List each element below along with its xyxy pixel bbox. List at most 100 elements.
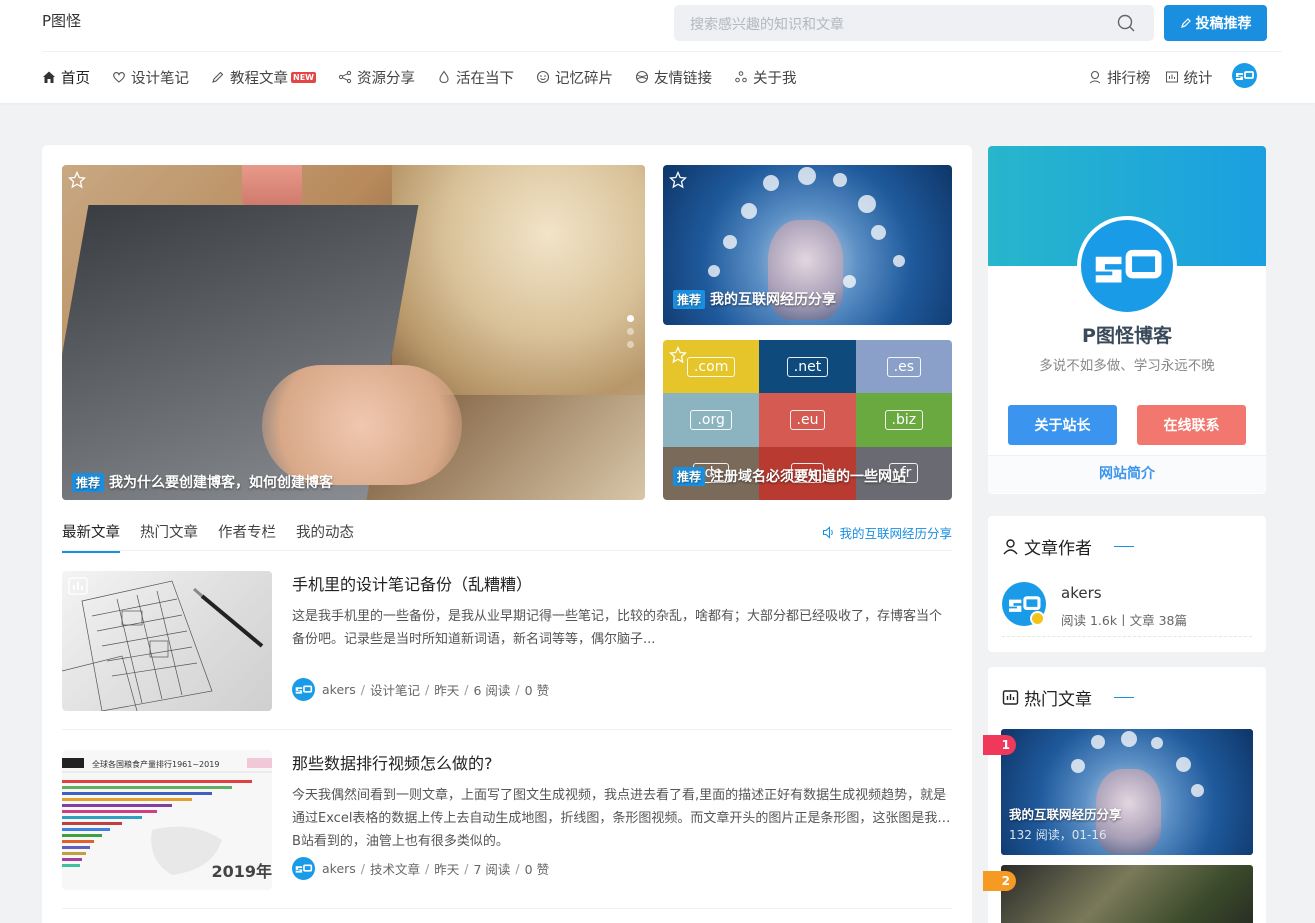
post-author[interactable]: akers xyxy=(322,682,356,697)
speaker-icon xyxy=(823,526,834,539)
icon-bubble xyxy=(1151,737,1163,749)
featured-side-card-1[interactable]: 推荐 我的互联网经历分享 xyxy=(663,165,952,325)
icon-bubble xyxy=(1191,784,1204,797)
site-title[interactable]: P图怪 xyxy=(42,10,81,31)
profile-avatar[interactable] xyxy=(1077,216,1177,316)
author-avatar[interactable] xyxy=(292,678,315,701)
nav-label: 统计 xyxy=(1183,70,1213,87)
nav-home[interactable]: 首页 xyxy=(42,67,90,88)
icon-bubble xyxy=(893,255,905,267)
nav-live-now[interactable]: 活在当下 xyxy=(437,67,514,88)
tabs-divider xyxy=(62,550,952,551)
user-avatar[interactable] xyxy=(1232,63,1257,88)
featured-caption: 推荐 我为什么要创建博客，如何创建博客 xyxy=(72,472,333,492)
nav-memories[interactable]: 记忆碎片 xyxy=(536,67,613,88)
notice-link[interactable]: 我的互联网经历分享 xyxy=(822,523,952,542)
hot-article-card[interactable]: 我的互联网经历分享 132 阅读，01-16 xyxy=(1001,729,1253,855)
slider-dot[interactable] xyxy=(627,341,634,348)
star-icon[interactable] xyxy=(669,171,687,189)
post-category[interactable]: 设计笔记 xyxy=(370,680,420,699)
nav-statistics[interactable]: 统计 xyxy=(1165,67,1213,88)
recommend-tag: 推荐 xyxy=(72,472,105,492)
featured-side-card-2[interactable]: .com .net .es .org .eu .biz .de .ru .fr … xyxy=(663,340,952,500)
author-avatar[interactable] xyxy=(292,857,315,880)
post-thumbnail[interactable]: 全球各国粮食产量排行1961~2019 2019年 xyxy=(62,750,272,890)
profile-card: P图怪博客 多说不如多做、学习永远不晚 关于站长 在线联系 网站简介 xyxy=(988,146,1266,494)
blueprint-drawing xyxy=(62,580,264,711)
tab-my-updates[interactable]: 我的动态 xyxy=(296,521,354,553)
slider-dot[interactable] xyxy=(627,315,634,322)
domain-label: .com xyxy=(686,356,736,377)
search-bar[interactable]: 搜索感兴趣的知识和文章 xyxy=(674,5,1154,41)
widget-title-text: 热门文章 xyxy=(1024,690,1092,710)
post-title[interactable]: 那些数据排行视频怎么做的? xyxy=(292,750,493,774)
nav-about-me[interactable]: 关于我 xyxy=(734,67,796,88)
icon-bubble xyxy=(871,225,886,240)
nav-label: 排行榜 xyxy=(1107,70,1151,87)
profile-desc: 多说不如多做、学习永远不晚 xyxy=(1039,358,1215,374)
search-icon[interactable] xyxy=(1116,13,1136,33)
title-dash xyxy=(1114,696,1134,699)
tab-popular[interactable]: 热门文章 xyxy=(140,521,198,553)
domain-cell: .net xyxy=(759,340,856,394)
hot-article-stats: 132 阅读，01-16 xyxy=(1009,828,1107,842)
drop-icon xyxy=(439,70,449,84)
domain-label: .es xyxy=(886,356,921,377)
post-title[interactable]: 手机里的设计笔记备份（乱糟糟） xyxy=(292,571,532,595)
nav-links[interactable]: 友情链接 xyxy=(635,67,712,88)
meta-separator: / xyxy=(515,861,520,876)
icon-bubble xyxy=(741,203,757,219)
nav-label: 设计笔记 xyxy=(131,70,189,87)
article-tabs: 最新文章 热门文章 作者专栏 我的动态 xyxy=(62,521,374,553)
about-owner-button[interactable]: 关于站长 xyxy=(1008,405,1117,445)
smile-icon xyxy=(536,70,550,84)
star-icon[interactable] xyxy=(669,346,687,364)
nav-right: 排行榜 统计 xyxy=(1088,62,1227,92)
post-time: 昨天 xyxy=(434,683,460,698)
post-divider xyxy=(62,908,952,909)
post-meta: akers / 技术文章 / 昨天 / 7 阅读 / 0 赞 xyxy=(292,857,549,880)
site-intro-link[interactable]: 网站简介 xyxy=(988,455,1266,493)
nav-design-notes[interactable]: 设计笔记 xyxy=(112,67,189,88)
post-time: 昨天 xyxy=(434,862,460,877)
post-thumbnail[interactable] xyxy=(62,571,272,711)
ball-icon xyxy=(635,70,649,84)
author-name[interactable]: akers xyxy=(1061,584,1102,602)
meta-separator: / xyxy=(425,861,430,876)
profile-name: P图怪博客 xyxy=(1082,325,1172,347)
featured-title[interactable]: 我为什么要创建博客，如何创建博客 xyxy=(109,472,333,492)
meta-separator: / xyxy=(425,682,430,697)
featured-title[interactable]: 注册域名必须要知道的一些网站 xyxy=(710,466,906,486)
star-icon[interactable] xyxy=(68,171,86,189)
nav-tutorials[interactable]: 教程文章 NEW xyxy=(211,67,316,88)
nav-ranking[interactable]: 排行榜 xyxy=(1088,67,1151,88)
post-likes: 0 赞 xyxy=(524,683,550,698)
post-excerpt: 这是我手机里的一些备份，是我从业早期记得一些笔记，比较的杂乱，啥都有；大部分都已… xyxy=(292,609,943,647)
tab-author-column[interactable]: 作者专栏 xyxy=(218,521,276,553)
post-reads: 7 阅读 xyxy=(473,862,511,877)
tab-latest[interactable]: 最新文章 xyxy=(62,521,120,553)
image-icon xyxy=(68,577,88,595)
nav-label: 友情链接 xyxy=(653,70,712,87)
share-icon xyxy=(338,70,352,84)
featured-title[interactable]: 我的互联网经历分享 xyxy=(710,289,836,309)
search-placeholder[interactable]: 搜索感兴趣的知识和文章 xyxy=(690,14,844,34)
post-reads: 6 阅读 xyxy=(473,683,511,698)
icon-bubble xyxy=(1121,731,1137,747)
post-category[interactable]: 技术文章 xyxy=(370,859,420,878)
featured-main-slide[interactable]: 推荐 我为什么要创建博客，如何创建博客 xyxy=(62,165,645,500)
post-author[interactable]: akers xyxy=(322,861,356,876)
slider-dot[interactable] xyxy=(627,328,634,335)
online-contact-button[interactable]: 在线联系 xyxy=(1137,405,1246,445)
icon-bubble xyxy=(1091,735,1105,749)
widget-title: 文章作者 xyxy=(1002,534,1134,559)
post-item: 全球各国粮食产量排行1961~2019 2019年 那些数据排行视频怎么做的? … xyxy=(62,750,952,910)
author-widget: 文章作者 akers 阅读 1.6k丨文章 38篇 xyxy=(988,516,1266,652)
site-header: P图怪 搜索感兴趣的知识和文章 投稿推荐 首页 设计笔记 教程文章 NEW 资源… xyxy=(0,0,1315,103)
submit-article-button[interactable]: 投稿推荐 xyxy=(1164,5,1267,41)
domain-cell: .eu xyxy=(759,393,856,447)
hot-article-title[interactable]: 我的互联网经历分享 xyxy=(1009,804,1122,823)
hot-article-card[interactable] xyxy=(1001,865,1253,923)
nav-resources[interactable]: 资源分享 xyxy=(338,67,415,88)
hero-image-hand xyxy=(262,365,462,485)
